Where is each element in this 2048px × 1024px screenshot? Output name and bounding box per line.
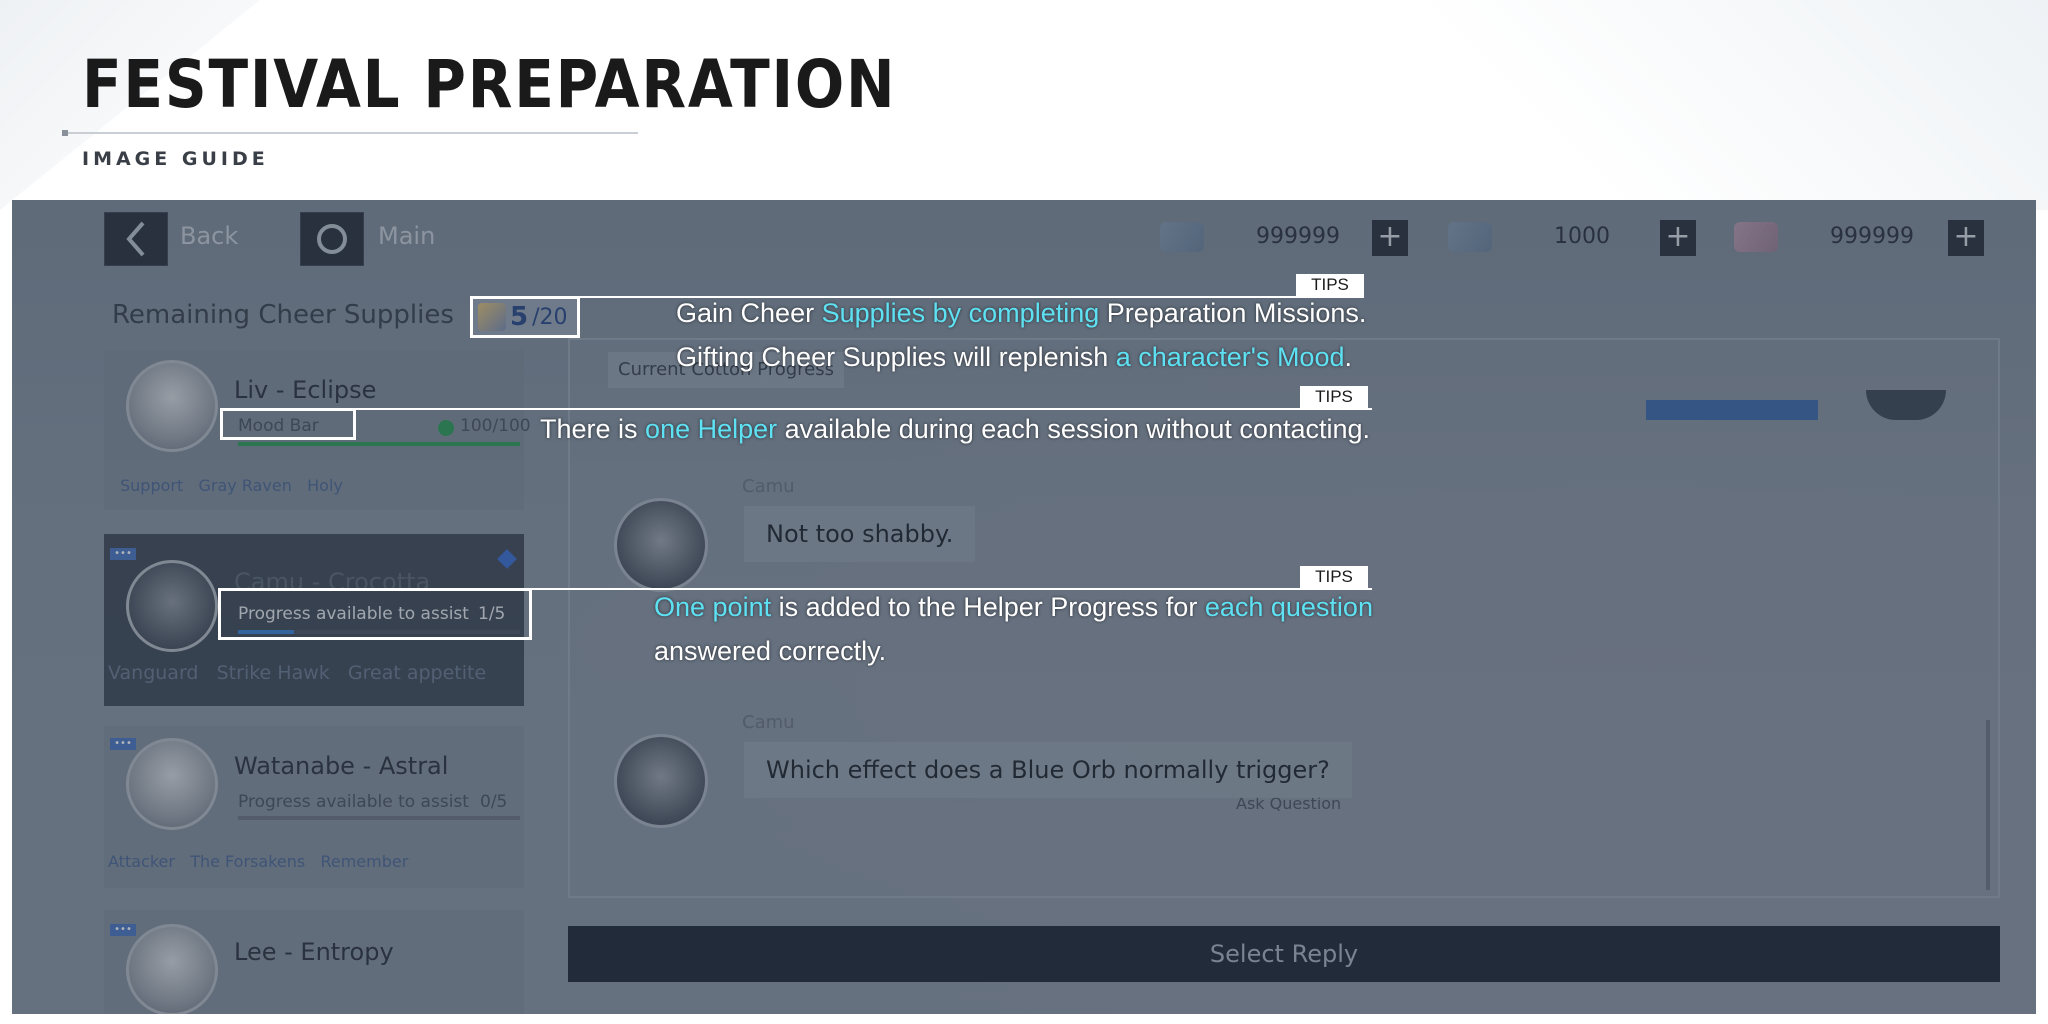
tips-tag: TIPS — [1296, 274, 1364, 296]
tip-text-segment: . — [1344, 342, 1352, 372]
tip-highlight: Supplies by completing — [821, 298, 1100, 328]
tip-text-segment: is added to the Helper Progress for — [771, 592, 1205, 622]
header-background-shape-right — [1348, 0, 2048, 210]
tip-highlight: one Helper — [645, 414, 778, 444]
tip-text-segment: There is — [540, 414, 646, 444]
divider-dot — [62, 130, 68, 136]
tip-1-line-1: Gain Cheer Supplies by completing Prepar… — [676, 298, 1366, 329]
page-title: FESTIVAL PREPARATION — [82, 46, 897, 123]
tip-text-segment: Gain Cheer — [676, 298, 822, 328]
game-screenshot: Back Main 999999 + 1000 + 999999 + Remai… — [12, 200, 2036, 1014]
tip-text-segment: Gifting Cheer Supplies will replenish — [676, 342, 1116, 372]
tip-highlight: One point — [654, 592, 772, 622]
tip-1-line-2: Gifting Cheer Supplies will replenish a … — [676, 342, 1352, 373]
highlight-supplies-counter — [470, 296, 580, 338]
tip-2: There is one Helper available during eac… — [540, 414, 1370, 445]
highlight-mood-bar — [220, 408, 356, 440]
tip-3-line-1: One point is added to the Helper Progres… — [654, 592, 1373, 623]
tips-tag: TIPS — [1300, 386, 1368, 408]
tip-highlight: a character's Mood — [1115, 342, 1345, 372]
tip-text-segment: available during each session without co… — [777, 414, 1371, 444]
tip-connector-line — [356, 408, 1372, 410]
page-subtitle: IMAGE GUIDE — [82, 148, 269, 170]
highlight-assist-progress — [218, 588, 532, 640]
tip-3-line-2: answered correctly. — [654, 636, 887, 666]
tip-text-segment: Preparation Missions. — [1099, 298, 1367, 328]
tip-connector-line — [532, 588, 1372, 590]
tips-tag: TIPS — [1300, 566, 1368, 588]
title-divider — [64, 132, 638, 134]
tip-highlight: each question — [1204, 592, 1373, 622]
